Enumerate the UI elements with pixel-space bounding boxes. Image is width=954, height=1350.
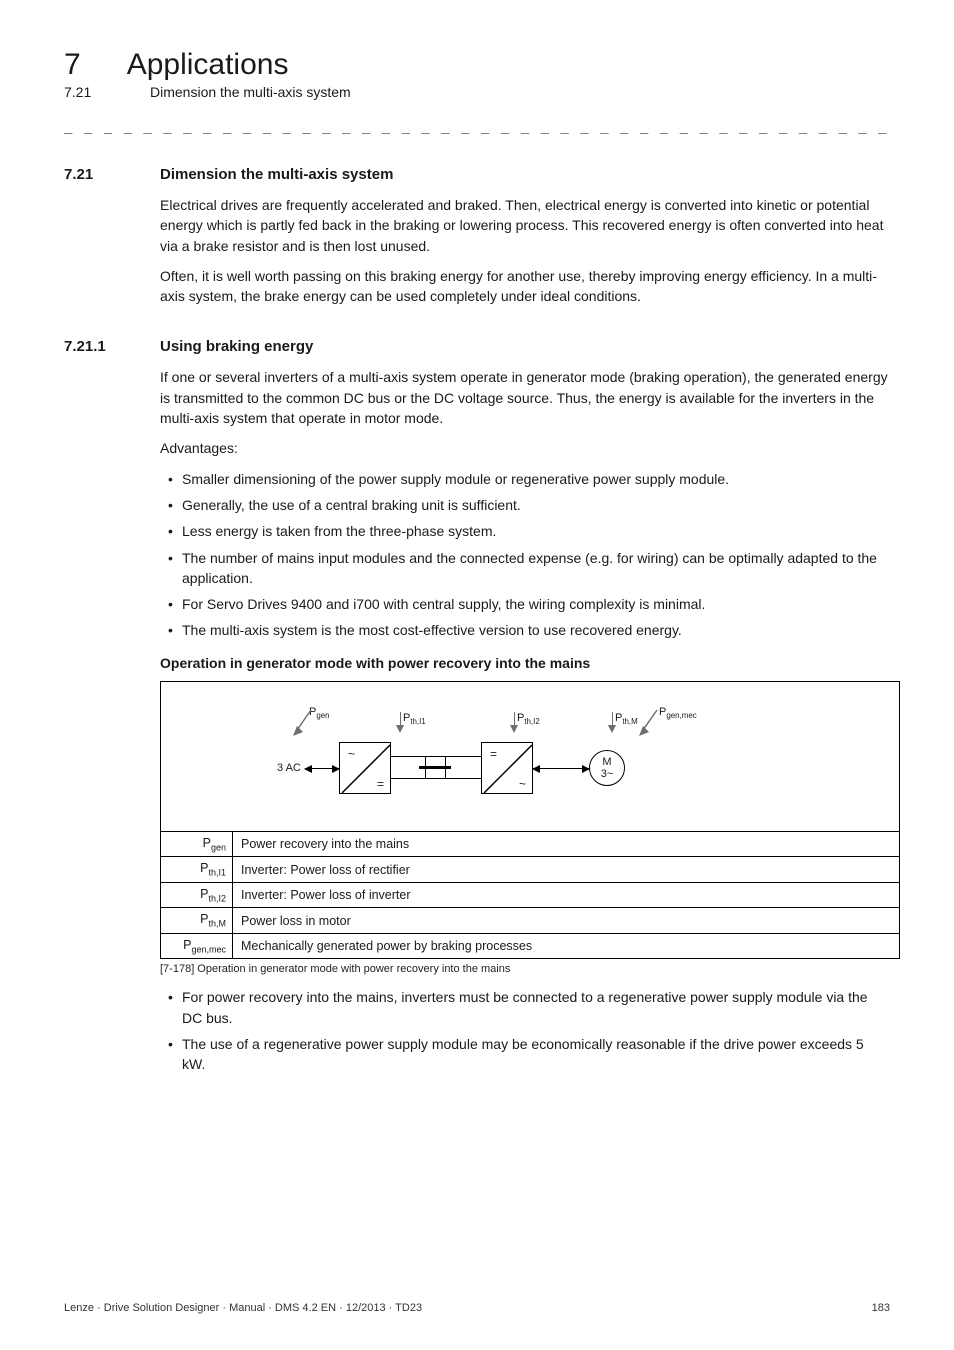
list-item: For Servo Drives 9400 and i700 with cent… bbox=[182, 594, 890, 614]
list-item: For power recovery into the mains, inver… bbox=[182, 987, 890, 1028]
arrow-inverter-motor bbox=[533, 768, 589, 769]
section-7-21-1-num: 7.21.1 bbox=[64, 338, 160, 355]
section-7-21-num: 7.21 bbox=[64, 166, 160, 183]
power-flow-diagram: 3 AC ~ = Pgen bbox=[169, 690, 891, 823]
pthM-label: Pth,M bbox=[615, 712, 638, 726]
list-item: Smaller dimensioning of the power supply… bbox=[182, 469, 890, 489]
para-7-21-1: Electrical drives are frequently acceler… bbox=[160, 195, 890, 256]
footer-left: Lenze · Drive Solution Designer · Manual… bbox=[64, 1302, 422, 1314]
dc-bus bbox=[391, 748, 481, 788]
legend-symbol: Pgen bbox=[161, 831, 233, 857]
list-item: Generally, the use of a central braking … bbox=[182, 495, 890, 515]
header-section-num: 7.21 bbox=[64, 84, 104, 100]
pgenmec-label: Pgen,mec bbox=[659, 706, 697, 720]
list-item: Less energy is taken from the three-phas… bbox=[182, 521, 890, 541]
operation-subhead: Operation in generator mode with power r… bbox=[160, 655, 890, 671]
page-number: 183 bbox=[872, 1302, 890, 1314]
section-7-21-title: Dimension the multi-axis system bbox=[160, 166, 393, 183]
equals-symbol: = bbox=[490, 747, 497, 761]
legend-symbol: Pth,M bbox=[161, 908, 233, 934]
list-item: The multi-axis system is the most cost-e… bbox=[182, 620, 890, 640]
legend-desc: Power recovery into the mains bbox=[233, 831, 900, 857]
ac-label: 3 AC bbox=[277, 762, 301, 774]
bullet-dot: • bbox=[160, 1034, 182, 1075]
list-item: The use of a regenerative power supply m… bbox=[182, 1034, 890, 1075]
chapter-number: 7 bbox=[64, 48, 81, 82]
legend-desc: Inverter: Power loss of inverter bbox=[233, 882, 900, 908]
tilde-symbol: ~ bbox=[348, 747, 355, 761]
pgen-arrow-icon bbox=[291, 706, 319, 736]
bullet-dot: • bbox=[160, 521, 182, 541]
header-section-title: Dimension the multi-axis system bbox=[150, 84, 351, 100]
pthI2-label: Pth,I2 bbox=[517, 712, 540, 726]
chapter-title: Applications bbox=[127, 48, 289, 82]
arrow-ac-rectifier bbox=[305, 768, 339, 769]
para-7-21-2: Often, it is well worth passing on this … bbox=[160, 266, 890, 307]
figure-table: 3 AC ~ = Pgen bbox=[160, 681, 900, 960]
legend-desc: Inverter: Power loss of rectifier bbox=[233, 857, 900, 883]
pthI1-label: Pth,I1 bbox=[403, 712, 426, 726]
pgenmec-arrow-icon bbox=[637, 708, 663, 736]
bullet-dot: • bbox=[160, 548, 182, 589]
bullet-dot: • bbox=[160, 495, 182, 515]
list-item: The number of mains input modules and th… bbox=[182, 548, 890, 589]
advantages-label: Advantages: bbox=[160, 438, 890, 458]
inverter-box: = ~ bbox=[481, 742, 533, 794]
separator-dashes: _ _ _ _ _ _ _ _ _ _ _ _ _ _ _ _ _ _ _ _ … bbox=[64, 118, 890, 134]
bullet-dot: • bbox=[160, 620, 182, 640]
para-7-21-1-intro: If one or several inverters of a multi-a… bbox=[160, 367, 890, 428]
tilde-symbol: ~ bbox=[519, 777, 526, 791]
post-figure-list: •For power recovery into the mains, inve… bbox=[160, 987, 890, 1074]
legend-symbol: Pgen,mec bbox=[161, 933, 233, 959]
motor-symbol: M3~ bbox=[589, 750, 625, 786]
legend-desc: Power loss in motor bbox=[233, 908, 900, 934]
legend-symbol: Pth,I2 bbox=[161, 882, 233, 908]
rectifier-box: ~ = bbox=[339, 742, 391, 794]
legend-desc: Mechanically generated power by braking … bbox=[233, 933, 900, 959]
bullet-dot: • bbox=[160, 594, 182, 614]
figure-caption: [7-178] Operation in generator mode with… bbox=[160, 963, 890, 975]
bullet-dot: • bbox=[160, 469, 182, 489]
bullet-dot: • bbox=[160, 987, 182, 1028]
section-7-21-1-title: Using braking energy bbox=[160, 338, 313, 355]
equals-symbol: = bbox=[377, 777, 384, 791]
legend-symbol: Pth,I1 bbox=[161, 857, 233, 883]
advantages-list: •Smaller dimensioning of the power suppl… bbox=[160, 469, 890, 641]
